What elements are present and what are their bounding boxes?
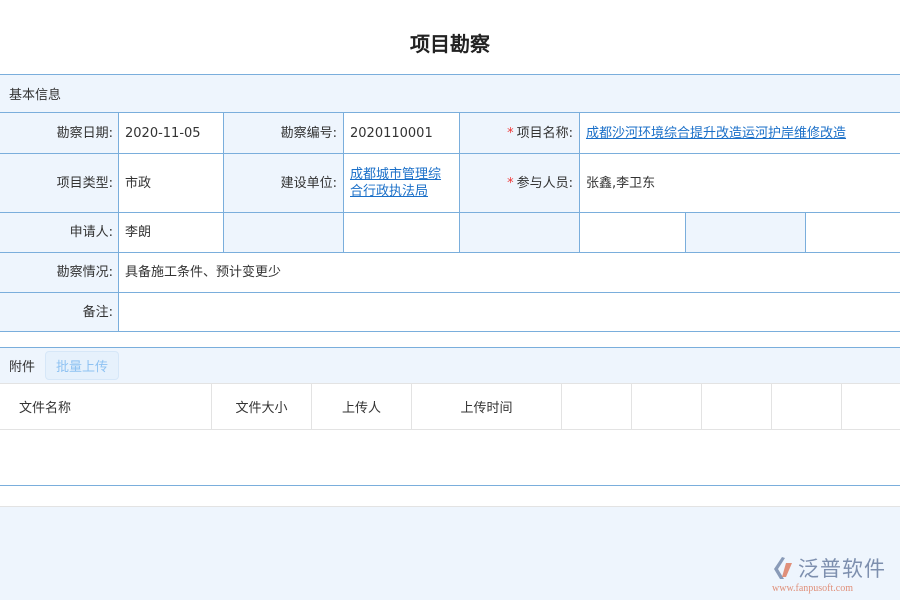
situation-label: 勘察情况: (0, 252, 119, 292)
builder-link[interactable]: 成都城市管理综合行政执法局 (350, 166, 453, 200)
attachments-header: 附件 批量上传 (0, 347, 900, 384)
members-value: 张鑫,李卫东 (579, 153, 900, 212)
applicant-value: 李朗 (118, 212, 223, 252)
situation-value: 具备施工条件、预计变更少 (118, 252, 900, 292)
empty-label (223, 212, 343, 252)
divider (0, 485, 900, 486)
column-header-upload-time[interactable]: 上传时间 (411, 384, 561, 429)
column-header-empty (841, 384, 900, 429)
survey-no-label: 勘察编号: (223, 112, 343, 153)
project-name-label: *项目名称: (459, 112, 579, 153)
builder-value: 成都城市管理综合行政执法局 (343, 153, 459, 212)
logo-icon (770, 555, 796, 581)
empty-label (459, 212, 579, 252)
logo-text: 泛普软件 (798, 553, 886, 583)
label-text: 项目名称: (517, 125, 573, 142)
empty-value (343, 212, 459, 252)
builder-label: 建设单位: (223, 153, 343, 212)
empty-value (805, 212, 900, 252)
column-header-file-name[interactable]: 文件名称 (0, 384, 211, 429)
section-title: 附件 (9, 356, 35, 375)
empty-label (685, 212, 805, 252)
column-header-empty (631, 384, 701, 429)
applicant-label: 申请人: (0, 212, 119, 252)
label-text: 参与人员: (517, 175, 573, 192)
survey-date-value: 2020-11-05 (118, 112, 223, 153)
project-type-label: 项目类型: (0, 153, 119, 212)
survey-no-value: 2020110001 (343, 112, 459, 153)
empty-value (579, 212, 685, 252)
column-header-uploader[interactable]: 上传人 (311, 384, 411, 429)
footer-area (0, 506, 900, 600)
batch-upload-button[interactable]: 批量上传 (45, 351, 119, 380)
survey-date-label: 勘察日期: (0, 112, 119, 153)
basic-info-header: 基本信息 (0, 74, 900, 112)
project-type-value: 市政 (118, 153, 223, 212)
column-header-file-size[interactable]: 文件大小 (211, 384, 311, 429)
project-name-value: 成都沙河环境综合提升改造运河护岸维修改造 (579, 112, 900, 153)
column-header-empty (561, 384, 631, 429)
column-header-empty (771, 384, 841, 429)
members-label: *参与人员: (459, 153, 579, 212)
required-mark: * (507, 125, 514, 142)
project-name-link[interactable]: 成都沙河环境综合提升改造运河护岸维修改造 (586, 125, 846, 142)
remark-value (118, 292, 900, 332)
column-header-empty (701, 384, 771, 429)
remark-label: 备注: (0, 292, 119, 332)
divider (0, 429, 900, 430)
fanpu-logo: 泛普软件 www.fanpusoft.com (770, 553, 895, 597)
section-title: 基本信息 (9, 84, 61, 103)
page-title: 项目勘察 (0, 28, 900, 57)
logo-url: www.fanpusoft.com (772, 583, 853, 594)
required-mark: * (507, 175, 514, 192)
